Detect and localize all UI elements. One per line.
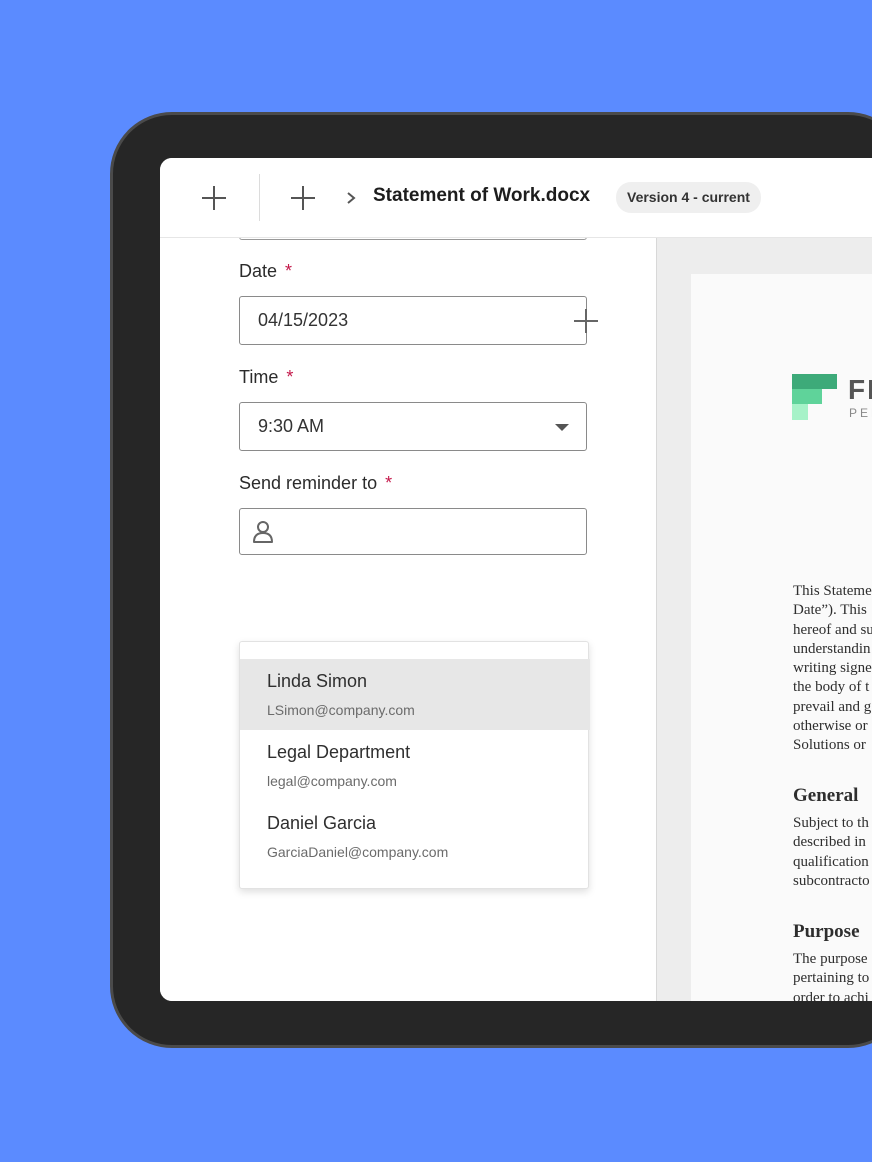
- time-label-text: Time: [239, 367, 279, 387]
- new-item-button[interactable]: [285, 180, 321, 216]
- section-heading: General: [793, 785, 859, 806]
- document-title[interactable]: Statement of Work.docx: [373, 185, 590, 207]
- date-value: 04/15/2023: [258, 310, 349, 330]
- text-line: understandin: [793, 640, 871, 657]
- date-label-text: Date: [239, 261, 278, 281]
- text-line: This Stateme: [793, 583, 872, 599]
- app-screen: Statement of Work.docx Version 4 - curre…: [160, 158, 872, 1001]
- required-mark: *: [385, 473, 393, 493]
- person-icon: [253, 521, 273, 543]
- text-line: described in: [793, 834, 866, 851]
- recipient-suggestions: Linda Simon LSimon@company.com Legal Dep…: [239, 641, 590, 889]
- time-label: Time *: [239, 367, 293, 388]
- text-line: pertaining to: [793, 970, 870, 987]
- plus-icon: [291, 186, 315, 210]
- section-paragraph: Subject to th described in qualification…: [793, 814, 872, 891]
- company-logo-text: FI: [848, 374, 872, 405]
- time-select[interactable]: 9:30 AM: [239, 402, 587, 451]
- text-line: prevail and g: [793, 698, 872, 715]
- time-value: 9:30 AM: [258, 416, 325, 436]
- plus-icon: [202, 186, 226, 210]
- chevron-right-icon: [347, 192, 356, 204]
- chevron-down-icon[interactable]: [555, 424, 569, 431]
- version-badge[interactable]: Version 4 - current: [616, 182, 761, 213]
- text-line: order to achi: [793, 989, 869, 1001]
- date-field[interactable]: 04/15/2023: [239, 296, 587, 345]
- reminder-input[interactable]: [239, 508, 587, 555]
- required-mark: *: [285, 261, 293, 281]
- date-label: Date *: [239, 261, 292, 282]
- suggestion-item[interactable]: Linda Simon LSimon@company.com: [240, 659, 590, 730]
- text-line: hereof and su: [793, 621, 872, 638]
- text-line: Solutions or: [793, 737, 866, 754]
- suggestion-name: Legal Department: [267, 742, 411, 762]
- suggestion-item[interactable]: Daniel Garcia GarciaDaniel@company.com: [240, 801, 590, 872]
- reminder-label: Send reminder to *: [239, 473, 392, 494]
- text-line: writing signe: [793, 660, 872, 677]
- suggestion-name: Linda Simon: [267, 671, 368, 691]
- toolbar-divider: [259, 174, 260, 221]
- required-mark: *: [286, 367, 294, 387]
- text-line: subcontracto: [793, 872, 870, 889]
- text-line: Date”). This: [793, 602, 867, 619]
- text-line: The purpose: [793, 951, 868, 967]
- suggestion-item[interactable]: Legal Department legal@company.com: [240, 730, 590, 801]
- section-paragraph: The purpose pertaining to order to achi: [793, 950, 872, 1001]
- section-heading: Purpose: [793, 921, 860, 942]
- suggestion-email: GarciaDaniel@company.com: [267, 844, 449, 860]
- text-line: otherwise or: [793, 718, 868, 735]
- company-logo-subtitle: PER: [849, 406, 872, 420]
- add-button[interactable]: [196, 180, 232, 216]
- text-line: Subject to th: [793, 815, 869, 831]
- suggestion-email: LSimon@company.com: [267, 702, 415, 718]
- reminder-label-text: Send reminder to: [239, 473, 378, 493]
- company-logo-icon: [792, 374, 837, 420]
- top-toolbar: Statement of Work.docx Version 4 - curre…: [160, 158, 872, 238]
- text-line: qualification: [793, 853, 869, 870]
- intro-paragraph: This Stateme Date”). This hereof and su …: [793, 582, 872, 756]
- suggestion-email: legal@company.com: [267, 773, 397, 789]
- suggestion-name: Daniel Garcia: [267, 813, 377, 833]
- text-line: the body of t: [793, 679, 870, 696]
